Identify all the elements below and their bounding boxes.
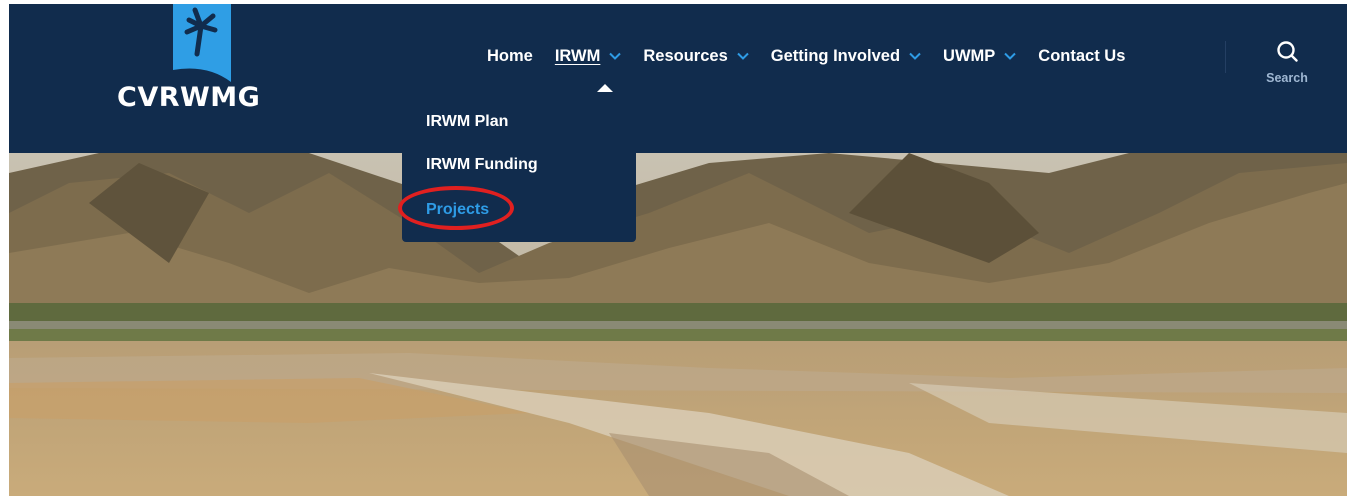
nav-item-label: IRWM [554, 46, 601, 65]
irwm-dropdown-menu: IRWM Plan IRWM Funding Projects [398, 103, 636, 242]
nav-item-resources[interactable]: Resources [643, 46, 749, 66]
chevron-down-icon [609, 52, 622, 60]
main-navigation: Home IRWM Resources Getting Involved UWM… [487, 44, 1147, 68]
nav-item-label: UWMP [943, 46, 996, 65]
nav-item-home[interactable]: Home [487, 47, 533, 66]
dropdown-item-irwm-plan[interactable]: IRWM Plan [426, 113, 508, 131]
nav-item-getting-involved[interactable]: Getting Involved [771, 47, 921, 66]
highlight-annotation-ring [398, 186, 514, 230]
nav-divider [1225, 41, 1226, 73]
chevron-down-icon [737, 52, 749, 60]
nav-item-label: Getting Involved [770, 46, 901, 65]
logo-text: CVRWMG [117, 82, 261, 113]
nav-item-irwm[interactable]: IRWM [555, 47, 622, 66]
search-label: Search [1266, 71, 1308, 85]
nav-item-label: Contact Us [1038, 46, 1126, 65]
caret-up-icon [597, 84, 613, 92]
site-logo[interactable]: CVRWMG [117, 4, 287, 122]
page-frame: CVRWMG Home IRWM Resources Getting Invol… [9, 4, 1347, 496]
search-icon [1277, 41, 1298, 62]
palm-tree-logo-icon [173, 4, 231, 82]
chevron-down-icon [1004, 52, 1016, 60]
dropdown-item-irwm-funding[interactable]: IRWM Funding [426, 156, 538, 174]
nav-item-label: Resources [643, 46, 728, 65]
dropdown-item-projects[interactable]: Projects [398, 186, 514, 230]
search-button[interactable]: Search [1261, 40, 1313, 100]
hero-landscape-image [9, 153, 1347, 496]
nav-item-label: Home [487, 46, 533, 65]
site-header: CVRWMG Home IRWM Resources Getting Invol… [9, 4, 1347, 153]
nav-item-uwmp[interactable]: UWMP [943, 47, 1016, 66]
nav-item-contact-us[interactable]: Contact Us [1038, 47, 1125, 66]
chevron-down-icon [909, 52, 921, 60]
